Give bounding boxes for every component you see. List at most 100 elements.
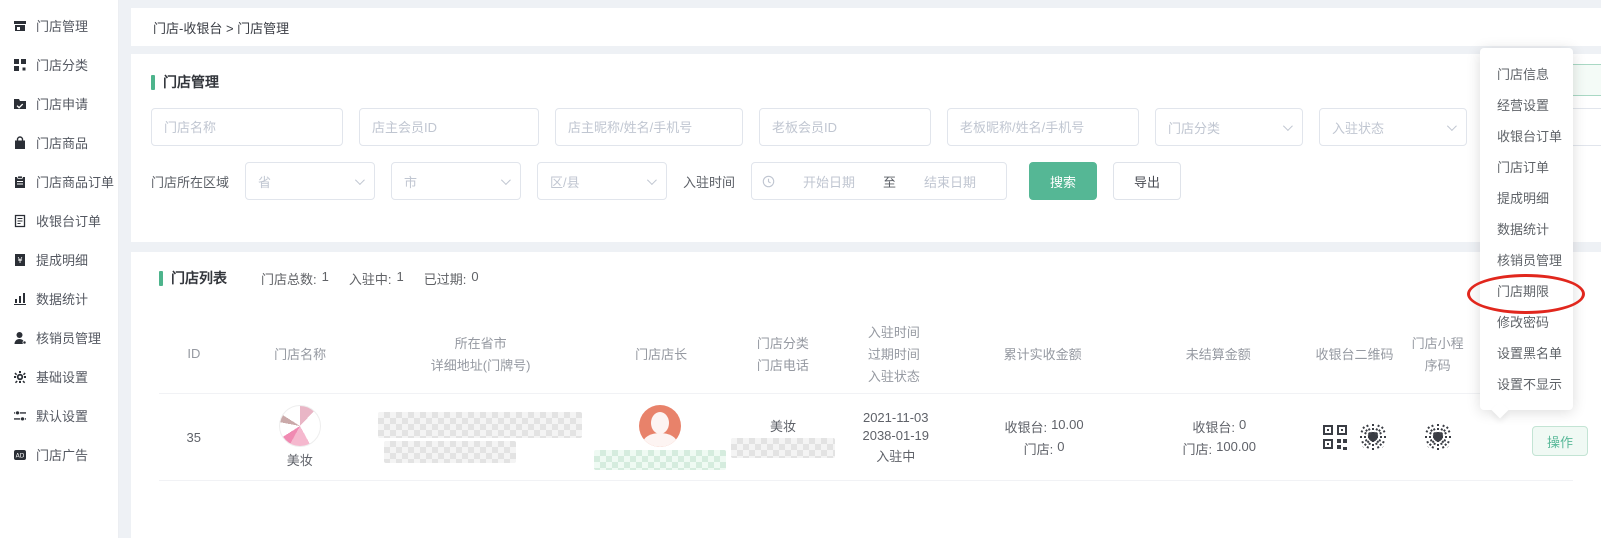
menu-item-store-info[interactable]: 门店信息 bbox=[1480, 59, 1573, 90]
province-select-value: 省 bbox=[258, 172, 271, 191]
owner-member-id-input[interactable] bbox=[359, 108, 539, 146]
sidebar-item-label: 门店申请 bbox=[36, 94, 88, 113]
sidebar-item-label: 门店商品订单 bbox=[36, 172, 114, 191]
col-times: 入驻时间 过期时间 入驻状态 bbox=[833, 322, 955, 385]
sidebar-item-default-settings[interactable]: 默认设置 bbox=[0, 396, 118, 435]
sidebar-item-label: 基础设置 bbox=[36, 367, 88, 386]
menu-item-store-orders[interactable]: 门店订单 bbox=[1480, 152, 1573, 183]
sidebar-item-label: 提成明细 bbox=[36, 250, 88, 269]
sidebar-item-cashier-orders[interactable]: 收银台订单 bbox=[0, 201, 118, 240]
grid-icon bbox=[13, 58, 27, 72]
sidebar-item-verifier-manage[interactable]: 核销员管理 bbox=[0, 318, 118, 357]
breadcrumb-text: 门店-收银台 > 门店管理 bbox=[153, 18, 289, 37]
boss-member-id-input[interactable] bbox=[759, 108, 931, 146]
manager-avatar[interactable] bbox=[639, 405, 681, 447]
menu-item-commission-detail[interactable]: 提成明细 bbox=[1480, 183, 1573, 214]
table-header: ID 门店名称 所在省市 详细地址(门牌号) 门店店长 门店分类 门店电话 入驻… bbox=[159, 322, 1573, 385]
store-stats: 门店总数:1 入驻中:1 已过期:0 bbox=[261, 269, 479, 288]
chevron-down-icon bbox=[1283, 121, 1293, 131]
sidebar-item-store-goods-orders[interactable]: 门店商品订单 bbox=[0, 162, 118, 201]
folder-check-icon bbox=[13, 97, 27, 111]
col-mini-qr: 门店小程 序码 bbox=[1403, 333, 1473, 374]
district-select-value: 区/县 bbox=[550, 172, 580, 191]
sidebar-item-label: 门店分类 bbox=[36, 55, 88, 74]
action-dropdown-menu: 门店信息 经营设置 收银台订单 门店订单 提成明细 数据统计 核销员管理 门店期… bbox=[1480, 48, 1573, 410]
entry-status-select[interactable]: 入驻状态 bbox=[1319, 108, 1467, 146]
menu-item-blacklist[interactable]: 设置黑名单 bbox=[1480, 338, 1573, 369]
menu-item-cashier-orders[interactable]: 收银台订单 bbox=[1480, 121, 1573, 152]
storefront-icon bbox=[13, 19, 27, 33]
filter-panel: 门店管理 门店分类 入驻状态 是否连锁店 门店所在区域 省 bbox=[131, 54, 1601, 242]
province-select[interactable]: 省 bbox=[245, 162, 375, 200]
sliders-icon bbox=[13, 409, 27, 423]
chevron-down-icon bbox=[355, 175, 365, 185]
start-date-placeholder: 开始日期 bbox=[783, 172, 875, 191]
sidebar-item-label: 默认设置 bbox=[36, 406, 88, 425]
sidebar-item-label: 门店广告 bbox=[36, 445, 88, 464]
col-category: 门店分类 门店电话 bbox=[733, 333, 834, 374]
store-logo-avatar[interactable] bbox=[279, 405, 321, 447]
sidebar-item-store-goods[interactable]: 门店商品 bbox=[0, 123, 118, 162]
cell-manager bbox=[589, 405, 732, 470]
chevron-down-icon bbox=[501, 175, 511, 185]
store-name-input[interactable] bbox=[151, 108, 343, 146]
list-title-row: 门店列表 门店总数:1 入驻中:1 已过期:0 bbox=[159, 268, 1573, 288]
sidebar-item-store-ads[interactable]: AD 门店广告 bbox=[0, 435, 118, 474]
date-range-picker[interactable]: 开始日期 至 结束日期 bbox=[751, 162, 1007, 200]
chevron-down-icon bbox=[1447, 121, 1457, 131]
sidebar: 门店管理 门店分类 门店申请 门店商品 门店商品订单 收银台订单 ¥ 提成明细 … bbox=[0, 0, 119, 538]
ad-icon: AD bbox=[13, 448, 27, 462]
owner-info-input[interactable] bbox=[555, 108, 743, 146]
address-redacted-2 bbox=[384, 441, 516, 463]
menu-item-business-settings[interactable]: 经营设置 bbox=[1480, 90, 1573, 121]
cell-received: 收银台:10.00 门店:0 bbox=[956, 417, 1131, 458]
qr-code-icon[interactable] bbox=[1322, 424, 1348, 450]
store-category-select[interactable]: 门店分类 bbox=[1155, 108, 1303, 146]
district-select[interactable]: 区/县 bbox=[537, 162, 667, 200]
end-date-placeholder: 结束日期 bbox=[904, 172, 996, 191]
cell-unsettled: 收银台:0 门店:100.00 bbox=[1132, 417, 1307, 458]
stat-active-label: 入驻中: bbox=[349, 269, 392, 288]
status-badge: 入驻中 bbox=[876, 446, 915, 465]
menu-item-data-statistics[interactable]: 数据统计 bbox=[1480, 214, 1573, 245]
sidebar-item-store-manage[interactable]: 门店管理 bbox=[0, 6, 118, 45]
menu-item-hide-store[interactable]: 设置不显示 bbox=[1480, 369, 1573, 400]
svg-text:¥: ¥ bbox=[17, 256, 22, 265]
store-list-panel: 门店列表 门店总数:1 入驻中:1 已过期:0 ID 门店名称 所在省市 详细地… bbox=[131, 252, 1601, 538]
boss-info-input[interactable] bbox=[947, 108, 1139, 146]
col-store-name: 门店名称 bbox=[229, 344, 372, 363]
ledger-icon: ¥ bbox=[13, 253, 27, 267]
col-address: 所在省市 详细地址(门牌号) bbox=[372, 333, 590, 374]
sidebar-item-basic-settings[interactable]: 基础设置 bbox=[0, 357, 118, 396]
cell-store-name: 美妆 bbox=[229, 405, 372, 469]
menu-item-store-term[interactable]: 门店期限 bbox=[1480, 276, 1573, 307]
stat-active-value: 1 bbox=[396, 269, 403, 288]
sidebar-item-store-apply[interactable]: 门店申请 bbox=[0, 84, 118, 123]
entry-status-select-value: 入驻状态 bbox=[1332, 118, 1384, 137]
col-id: ID bbox=[159, 346, 229, 361]
page-title: 门店管理 bbox=[163, 72, 219, 92]
menu-item-change-password[interactable]: 修改密码 bbox=[1480, 307, 1573, 338]
join-time-label: 入驻时间 bbox=[683, 172, 735, 191]
sidebar-item-store-category[interactable]: 门店分类 bbox=[0, 45, 118, 84]
join-time: 2021-11-03 bbox=[863, 410, 929, 425]
miniprogram-code-icon[interactable] bbox=[1358, 422, 1388, 452]
cell-category: 美妆 bbox=[731, 416, 835, 458]
address-redacted bbox=[378, 412, 582, 438]
city-select-value: 市 bbox=[404, 172, 417, 191]
cell-id: 35 bbox=[159, 430, 229, 445]
row-action-button[interactable]: 操作 bbox=[1532, 426, 1588, 456]
sidebar-item-label: 门店商品 bbox=[36, 133, 88, 152]
title-accent-bar bbox=[151, 75, 155, 90]
sidebar-item-commission-detail[interactable]: ¥ 提成明细 bbox=[0, 240, 118, 279]
sidebar-item-data-statistics[interactable]: 数据统计 bbox=[0, 279, 118, 318]
city-select[interactable]: 市 bbox=[391, 162, 521, 200]
phone-redacted bbox=[731, 438, 835, 458]
export-button[interactable]: 导出 bbox=[1113, 162, 1181, 200]
menu-item-verifier-manage[interactable]: 核销员管理 bbox=[1480, 245, 1573, 276]
cell-cashier-qr bbox=[1307, 422, 1403, 452]
miniprogram-code-icon[interactable] bbox=[1423, 422, 1453, 452]
search-button[interactable]: 搜索 bbox=[1029, 162, 1097, 200]
title-accent-bar bbox=[159, 271, 163, 286]
filter-row-2: 门店所在区域 省 市 区/县 入驻时间 开始日期 至 结束日期 搜索 bbox=[151, 162, 1581, 200]
